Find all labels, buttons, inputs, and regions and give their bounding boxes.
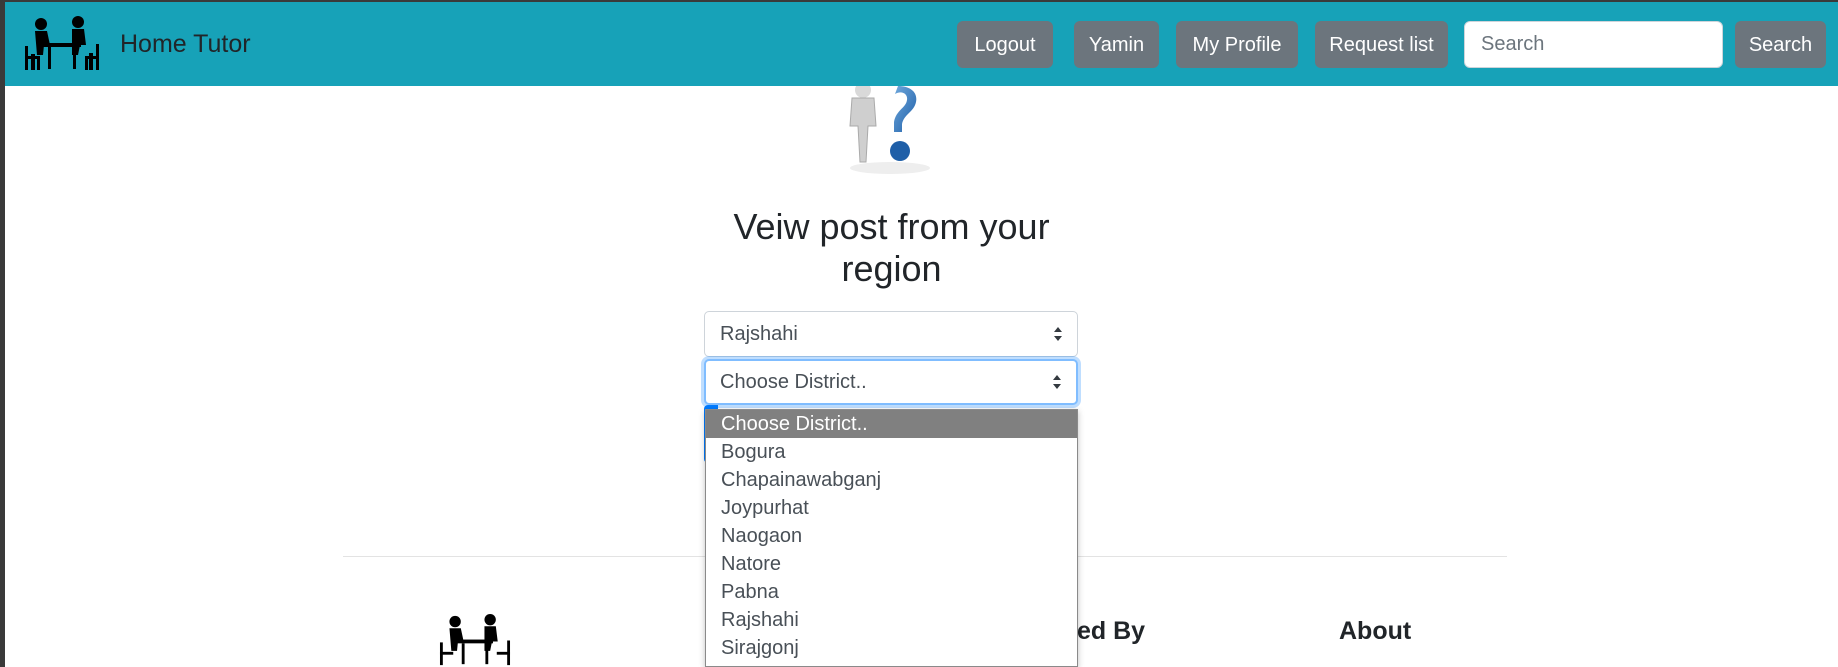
dropdown-option[interactable]: Bogura: [706, 438, 1077, 466]
brand-name[interactable]: Home Tutor: [120, 30, 251, 59]
footer-heading-developed-by: ed By: [1077, 617, 1146, 645]
dropdown-option[interactable]: Pabna: [706, 578, 1077, 606]
dropdown-option[interactable]: Rajshahi: [706, 606, 1077, 634]
footer-heading-about: About: [1339, 617, 1412, 645]
search-button[interactable]: Search: [1735, 21, 1826, 68]
question-figure-image: [849, 86, 930, 174]
dropdown-option[interactable]: Choose District..: [706, 410, 1077, 438]
dropdown-option[interactable]: Naogaon: [706, 522, 1077, 550]
dropdown-option[interactable]: Joypurhat: [706, 494, 1077, 522]
search-input[interactable]: [1464, 21, 1723, 68]
footer-tutor-logo-icon: [439, 614, 511, 666]
request-list-button[interactable]: Request list: [1315, 21, 1448, 68]
district-dropdown-list[interactable]: Choose District.. Bogura Chapainawabganj…: [705, 409, 1078, 667]
select-caret-icon: [1053, 375, 1061, 389]
select-caret-icon: [1054, 327, 1062, 341]
window-frame-left: [0, 0, 5, 667]
dropdown-option[interactable]: Sirajgonj: [706, 634, 1077, 662]
logout-button[interactable]: Logout: [957, 21, 1053, 68]
division-select-value: Rajshahi: [720, 323, 798, 345]
tutor-logo-icon: [25, 16, 99, 70]
dropdown-option[interactable]: Chapainawabganj: [706, 466, 1077, 494]
top-navbar: Home Tutor Logout Yamin My Profile Reque…: [5, 2, 1838, 86]
my-profile-button[interactable]: My Profile: [1176, 21, 1298, 68]
district-select-value: Choose District..: [720, 371, 867, 393]
brand[interactable]: Home Tutor: [23, 16, 251, 72]
dropdown-option[interactable]: Natore: [706, 550, 1077, 578]
page-heading: Veiw post from your region: [733, 206, 1050, 289]
division-select[interactable]: Rajshahi: [704, 311, 1078, 357]
district-select[interactable]: Choose District..: [704, 359, 1078, 405]
user-button[interactable]: Yamin: [1074, 21, 1159, 68]
